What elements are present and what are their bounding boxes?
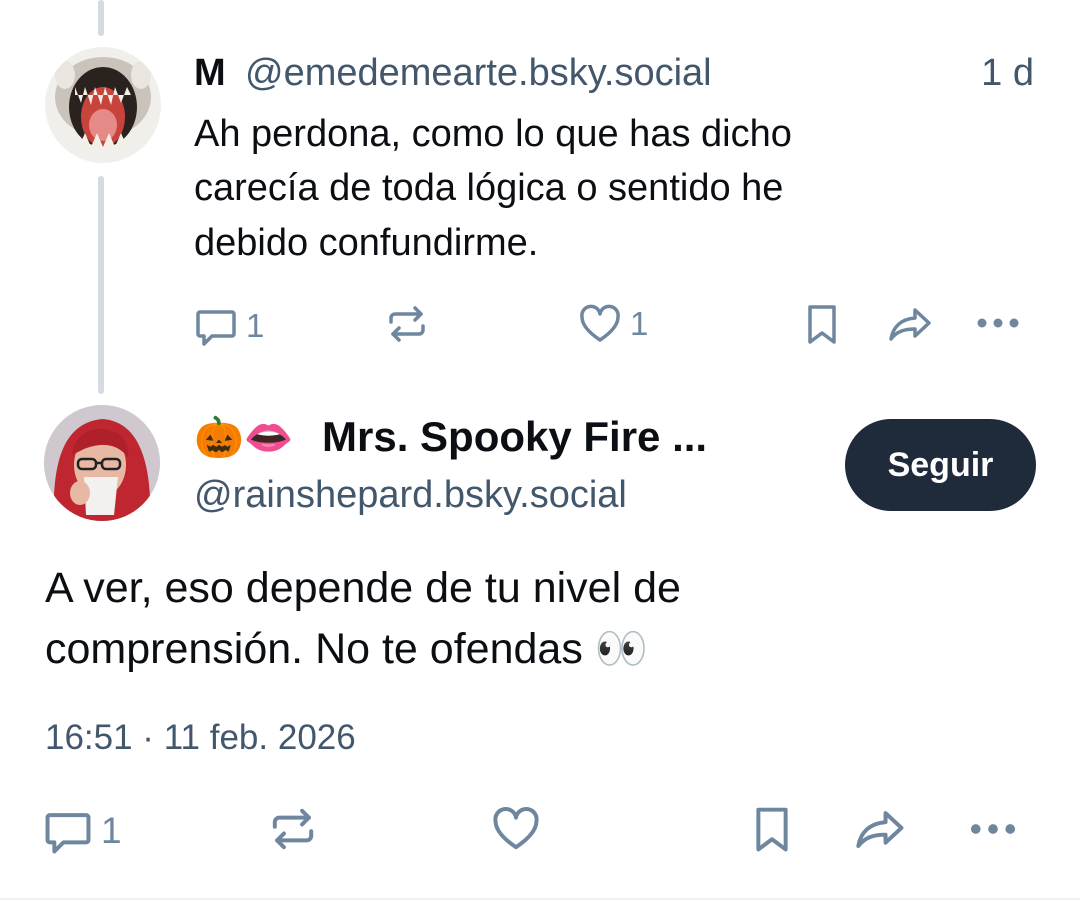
main-author-emojis: 🎃👄	[194, 416, 294, 460]
main-author-handle[interactable]: @rainshepard.bsky.social	[194, 474, 627, 517]
bookmark-icon	[756, 807, 788, 852]
main-post-text-line-2: comprensión. No te ofendas 👀	[45, 625, 649, 673]
parent-post-text-line-1: Ah perdona, como lo que has dicho	[194, 113, 792, 155]
parent-like-count: 1	[630, 305, 649, 342]
parent-more-button[interactable]	[975, 310, 1021, 336]
parent-bookmark-button[interactable]	[802, 302, 842, 346]
divider	[0, 898, 1080, 900]
heart-icon	[580, 304, 620, 342]
parent-post-text-line-3: debido confundirme.	[194, 222, 539, 264]
avatar-parent-author[interactable]	[45, 47, 161, 163]
main-more-button[interactable]	[966, 815, 1020, 843]
main-reply-button[interactable]: 1	[43, 806, 122, 856]
parent-share-button[interactable]	[887, 302, 935, 346]
main-author-name[interactable]: Mrs. Spooky Fire ...	[322, 413, 707, 461]
reply-icon	[196, 310, 236, 346]
repost-icon	[389, 306, 425, 342]
parent-author-handle[interactable]: @emedemearte.bsky.social	[245, 52, 712, 95]
parent-post-age[interactable]: 1 d	[981, 52, 1034, 95]
thread-line-bottom	[98, 176, 104, 394]
main-post-text-line-1: A ver, eso depende de tu nivel de	[45, 564, 681, 612]
parent-repost-button[interactable]	[385, 302, 429, 346]
main-share-button[interactable]	[853, 804, 909, 854]
parent-post-text-line-2: carecía de toda lógica o sentido he	[194, 167, 784, 209]
main-repost-button[interactable]	[268, 804, 318, 854]
thread-line-top	[98, 0, 104, 36]
parent-reply-count: 1	[246, 307, 265, 344]
share-icon	[856, 811, 904, 849]
bookmark-icon	[808, 305, 836, 344]
main-post-timestamp[interactable]: 16:51 · 11 feb. 2026	[45, 718, 356, 758]
parent-reply-button[interactable]: 1	[194, 304, 264, 348]
more-icon	[970, 824, 1016, 834]
main-like-button[interactable]	[490, 804, 542, 854]
repost-icon	[272, 808, 314, 850]
heart-icon	[493, 806, 539, 850]
follow-button[interactable]: Seguir	[845, 419, 1036, 511]
parent-author-name[interactable]: M	[194, 52, 226, 95]
main-reply-count: 1	[101, 810, 122, 851]
main-bookmark-button[interactable]	[749, 804, 795, 854]
share-icon	[889, 308, 931, 341]
more-icon	[977, 318, 1019, 328]
reply-icon	[45, 813, 91, 854]
parent-like-button[interactable]: 1	[578, 302, 648, 346]
avatar-main-author[interactable]	[44, 405, 160, 521]
